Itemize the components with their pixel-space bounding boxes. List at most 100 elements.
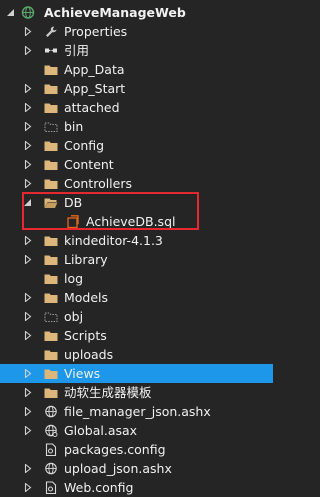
project-label: AchieveManageWeb	[44, 5, 186, 20]
tree-item-app-data[interactable]: App_Data	[0, 60, 273, 79]
tree-item-label: attached	[64, 100, 120, 115]
collapsed-arrow-icon[interactable]	[24, 331, 32, 340]
sql-file-icon	[67, 215, 79, 228]
collapsed-arrow-icon[interactable]	[24, 103, 32, 112]
folder-icon	[44, 293, 58, 303]
tree-item-label: Web.config	[64, 480, 134, 495]
folder-icon	[44, 255, 58, 265]
tree-item-label: DB	[64, 195, 83, 210]
tree-item-label: upload_json.ashx	[64, 461, 172, 476]
project-node[interactable]: AchieveManageWeb	[0, 3, 273, 22]
wrench-icon	[46, 26, 57, 37]
tree-item-label: log	[64, 271, 84, 286]
tree-item-label: Controllers	[64, 176, 132, 191]
folder-icon	[44, 160, 58, 170]
expanded-arrow-icon[interactable]	[7, 8, 15, 17]
tree-item-config[interactable]: Config	[0, 136, 273, 155]
tree-item-log[interactable]: log	[0, 269, 273, 288]
solution-explorer-tree: AchieveManageWeb Properties 引用 App_Data App…	[0, 0, 273, 497]
tree-item-db[interactable]: DB	[0, 193, 273, 212]
references-icon	[45, 48, 57, 53]
collapsed-arrow-icon[interactable]	[24, 179, 32, 188]
collapsed-arrow-icon[interactable]	[24, 369, 32, 378]
tree-item-packages-config[interactable]: packages.config	[0, 440, 273, 459]
tree-item-label: Properties	[64, 24, 128, 39]
global-asax-icon	[45, 424, 58, 437]
tree-item-label: kindeditor-4.1.3	[64, 233, 163, 248]
tree-item-node[interactable]: 动软生成器模板	[0, 383, 273, 402]
tree-item-web-config[interactable]: Web.config	[0, 478, 273, 497]
tree-item-label: App_Start	[64, 81, 126, 96]
tree-item-label: Models	[64, 290, 109, 305]
folder-icon	[44, 236, 58, 246]
collapsed-arrow-icon[interactable]	[24, 407, 32, 416]
collapsed-arrow-icon[interactable]	[24, 141, 32, 150]
tree-item-label: uploads	[64, 347, 114, 362]
folder-open-icon	[44, 198, 58, 208]
tree-item-controllers[interactable]: Controllers	[0, 174, 273, 193]
tree-item-label: Content	[64, 157, 114, 172]
tree-item-views[interactable]: Views	[0, 364, 273, 383]
folder-icon	[44, 388, 58, 398]
tree-item-label: Global.asax	[64, 423, 138, 438]
tree-item-models[interactable]: Models	[0, 288, 273, 307]
tree-item-label: file_manager_json.ashx	[64, 404, 211, 419]
tree-item-obj[interactable]: obj	[0, 307, 273, 326]
folder-dashed-icon	[44, 312, 58, 322]
folder-icon	[44, 65, 58, 75]
collapsed-arrow-icon[interactable]	[24, 84, 32, 93]
collapsed-arrow-icon[interactable]	[24, 122, 32, 131]
collapsed-arrow-icon[interactable]	[24, 426, 32, 435]
tree-item-label: Config	[64, 138, 105, 153]
tree-item-achievedb-sql[interactable]: AchieveDB.sql	[0, 212, 273, 231]
tree-item-scripts[interactable]: Scripts	[0, 326, 273, 345]
tree-item-label: Views	[64, 366, 101, 381]
tree-item-attached[interactable]: attached	[0, 98, 273, 117]
tree-item-uploads[interactable]: uploads	[0, 345, 273, 364]
collapsed-arrow-icon[interactable]	[24, 46, 32, 55]
folder-icon	[44, 84, 58, 94]
tree-item-upload-json-ashx[interactable]: upload_json.ashx	[0, 459, 273, 478]
tree-item-global-asax[interactable]: Global.asax	[0, 421, 273, 440]
tree-item-label: AchieveDB.sql	[86, 214, 176, 229]
ashx-file-icon	[45, 462, 57, 475]
folder-icon	[44, 331, 58, 341]
tree-item-kindeditor-4-1-3[interactable]: kindeditor-4.1.3	[0, 231, 273, 250]
tree-item-file-manager-json-ashx[interactable]: file_manager_json.ashx	[0, 402, 273, 421]
tree-item-label: obj	[64, 309, 84, 324]
folder-icon	[44, 179, 58, 189]
collapsed-arrow-icon[interactable]	[24, 312, 32, 321]
tree-item-label: 动软生成器模板	[64, 385, 152, 400]
expanded-arrow-icon[interactable]	[24, 198, 32, 207]
folder-dashed-icon	[44, 122, 58, 132]
collapsed-arrow-icon[interactable]	[24, 236, 32, 245]
collapsed-arrow-icon[interactable]	[24, 160, 32, 169]
collapsed-arrow-icon[interactable]	[24, 27, 32, 36]
tree-item-properties[interactable]: Properties	[0, 22, 273, 41]
config-file-icon	[45, 481, 57, 494]
collapsed-arrow-icon[interactable]	[24, 464, 32, 473]
tree-item-content[interactable]: Content	[0, 155, 273, 174]
collapsed-arrow-icon[interactable]	[24, 388, 32, 397]
tree-item-label: Scripts	[64, 328, 107, 343]
tree-item-library[interactable]: Library	[0, 250, 273, 269]
collapsed-arrow-icon[interactable]	[24, 293, 32, 302]
tree-item-label: packages.config	[64, 442, 166, 457]
web-project-icon	[21, 6, 35, 19]
tree-item-label: 引用	[64, 43, 90, 58]
ashx-file-icon	[45, 405, 57, 418]
tree-item-label: bin	[64, 119, 84, 134]
tree-item-label: Library	[64, 252, 108, 267]
tree-item-node[interactable]: 引用	[0, 41, 273, 60]
tree-item-bin[interactable]: bin	[0, 117, 273, 136]
folder-icon	[44, 274, 58, 284]
folder-icon	[44, 103, 58, 113]
collapsed-arrow-icon[interactable]	[24, 255, 32, 264]
tree-item-label: App_Data	[64, 62, 125, 77]
tree-item-app-start[interactable]: App_Start	[0, 79, 273, 98]
folder-icon	[44, 350, 58, 360]
folder-icon	[44, 141, 58, 151]
collapsed-arrow-icon[interactable]	[24, 483, 32, 492]
config-file-icon	[45, 443, 57, 456]
folder-icon	[44, 369, 58, 379]
